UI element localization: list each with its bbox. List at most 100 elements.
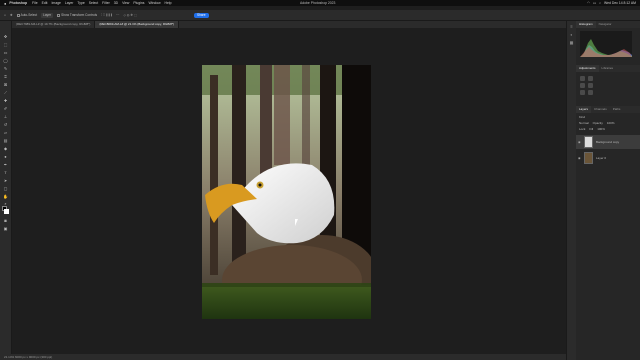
properties-icon[interactable]: ≡ [570, 25, 574, 29]
fill-value[interactable]: 100% [597, 127, 605, 131]
lock-row: Lock Fill 100% [579, 127, 605, 131]
menu-3d[interactable]: 3D [114, 1, 118, 5]
layer-dropdown[interactable]: Layer [41, 12, 54, 18]
vibrance-icon[interactable] [580, 90, 585, 95]
opacity-value[interactable]: 100% [607, 121, 615, 125]
shape-tool-icon[interactable]: ▢ [3, 187, 8, 191]
menu-filter[interactable]: Filter [102, 1, 110, 5]
quick-mask-icon[interactable]: ◙ [3, 219, 8, 223]
menu-bar: ● Photoshop File Edit Image Layer Type S… [0, 0, 640, 6]
tab-layers[interactable]: Layers [576, 106, 592, 113]
brightness-icon[interactable] [580, 76, 585, 81]
layer-kind-dropdown[interactable]: Kind [579, 115, 585, 119]
tab-adjustments[interactable]: Adjustments [576, 65, 599, 72]
type-tool-icon[interactable]: T [3, 171, 8, 175]
layers-tabs: Layers Channels Paths [576, 106, 640, 113]
layer-row[interactable]: ◉ Background copy [576, 135, 640, 149]
menu-help[interactable]: Help [165, 1, 172, 5]
color-icon[interactable]: ◐ [570, 33, 574, 37]
swatches-icon[interactable]: ▦ [570, 41, 574, 45]
share-button[interactable]: Share [194, 12, 209, 18]
layer-filter-row: Kind [579, 115, 585, 119]
layer-thumbnail [584, 152, 593, 164]
right-panels: Histogram Navigator Adjustments Librarie… [576, 21, 640, 360]
menu-edit[interactable]: Edit [42, 1, 48, 5]
tab-navigator[interactable]: Navigator [596, 21, 615, 28]
tab-document-1[interactable]: (REC7989 AM-L# @ 19.7% (Background copy,… [12, 21, 96, 28]
levels-icon[interactable] [588, 76, 593, 81]
histogram-chart [580, 31, 632, 57]
apple-icon[interactable]: ● [4, 1, 6, 6]
menu-layer[interactable]: Layer [65, 1, 73, 5]
curves-icon[interactable] [580, 83, 585, 88]
history-brush-tool-icon[interactable]: ↺ [3, 123, 8, 127]
tab-label: (REC8093-AM-L# @ 21.1% (Background copy,… [99, 22, 175, 26]
window-title: Adobe Photoshop 2023 [300, 1, 336, 5]
mouse-cursor [295, 219, 301, 226]
menu-type[interactable]: Type [77, 1, 84, 5]
crop-tool-icon[interactable]: ⌗ [3, 75, 8, 79]
hue-icon[interactable] [588, 90, 593, 95]
hand-tool-icon[interactable]: ✋ [3, 195, 8, 199]
blend-mode-dropdown[interactable]: Normal [579, 121, 589, 125]
artboard-tool-icon[interactable]: ⬚ [3, 43, 8, 47]
tab-paths[interactable]: Paths [610, 106, 624, 113]
stamp-tool-icon[interactable]: ⊥ [3, 115, 8, 119]
tab-channels[interactable]: Channels [591, 106, 610, 113]
healing-tool-icon[interactable]: ✚ [3, 99, 8, 103]
eraser-tool-icon[interactable]: ▱ [3, 131, 8, 135]
tab-libraries[interactable]: Libraries [599, 65, 617, 72]
home-icon[interactable]: ⌂ [4, 13, 6, 17]
battery-icon[interactable]: ▭ [593, 1, 596, 5]
document-tabs: (REC7989 AM-L# @ 19.7% (Background copy,… [12, 21, 566, 28]
align-icons[interactable]: ⫶ ⫶ ⫶ ⫼ ⫼ ⫼ [101, 13, 112, 17]
pen-tool-icon[interactable]: ✒ [3, 163, 8, 167]
menu-select[interactable]: Select [89, 1, 98, 5]
search-icon[interactable]: ⌕ [599, 1, 601, 5]
adjustments-tabs: Adjustments Libraries [576, 65, 640, 72]
menu-view[interactable]: View [122, 1, 129, 5]
lock-label: Lock [579, 127, 586, 131]
3d-mode-icons[interactable]: ◇ ◎ ✣ ⬚ [123, 13, 137, 17]
menu-plugins[interactable]: Plugins [133, 1, 144, 5]
move-tool-icon[interactable]: ✥ [10, 13, 13, 17]
layers-panel: Layers Channels Paths Kind Normal Opacit… [576, 106, 640, 164]
frame-tool-icon[interactable]: ⊠ [3, 83, 8, 87]
exposure-icon[interactable] [588, 83, 593, 88]
status-bar: 21.14% 6000 px x 9000 px (300 ppi) [0, 354, 566, 360]
brush-tool-icon[interactable]: ✐ [3, 107, 8, 111]
panel-icon-strip: ≡ ◐ ▦ [566, 21, 576, 360]
menu-file[interactable]: File [32, 1, 37, 5]
background-color-swatch[interactable] [4, 209, 9, 214]
adjustments-panel: Adjustments Libraries [576, 65, 640, 95]
visibility-eye-icon[interactable]: ◉ [578, 140, 581, 144]
visibility-eye-icon[interactable]: ◉ [578, 156, 581, 160]
auto-select-label: Auto-Select [20, 13, 38, 17]
menu-app[interactable]: Photoshop [9, 1, 27, 5]
marquee-tool-icon[interactable]: ▭ [3, 51, 8, 55]
more-icon[interactable]: ··· [116, 13, 119, 17]
tab-document-2[interactable]: (REC8093-AM-L# @ 21.1% (Background copy,… [95, 21, 180, 28]
document-canvas[interactable] [202, 65, 371, 319]
layer-row[interactable]: ◉ Layer 0 [576, 151, 640, 165]
histogram-panel-tabs: Histogram Navigator [576, 21, 640, 28]
lasso-tool-icon[interactable]: ◯ [3, 59, 8, 63]
path-select-tool-icon[interactable]: ➤ [3, 179, 8, 183]
eagle-photo [202, 65, 371, 319]
tab-histogram[interactable]: Histogram [576, 21, 596, 28]
dodge-tool-icon[interactable]: ● [3, 155, 8, 159]
gradient-tool-icon[interactable]: ▤ [3, 139, 8, 143]
auto-select-checkbox[interactable]: Auto-Select [16, 13, 38, 17]
wifi-icon[interactable]: ◠ [587, 1, 590, 5]
move-tool-icon[interactable]: ✥ [3, 35, 8, 39]
show-transform-label: Show Transform Controls [61, 13, 98, 17]
menu-window[interactable]: Window [148, 1, 160, 5]
clock[interactable]: Wed Dec 14 8:12 AM [604, 1, 636, 5]
blur-tool-icon[interactable]: ◆ [3, 147, 8, 151]
show-transform-checkbox[interactable]: Show Transform Controls [57, 13, 97, 17]
blend-row: Normal Opacity 100% [579, 121, 615, 125]
menu-image[interactable]: Image [51, 1, 60, 5]
screen-mode-icon[interactable]: ▣ [3, 227, 8, 231]
eyedropper-tool-icon[interactable]: ⟋ [3, 91, 8, 95]
quick-select-tool-icon[interactable]: ✎ [3, 67, 8, 71]
